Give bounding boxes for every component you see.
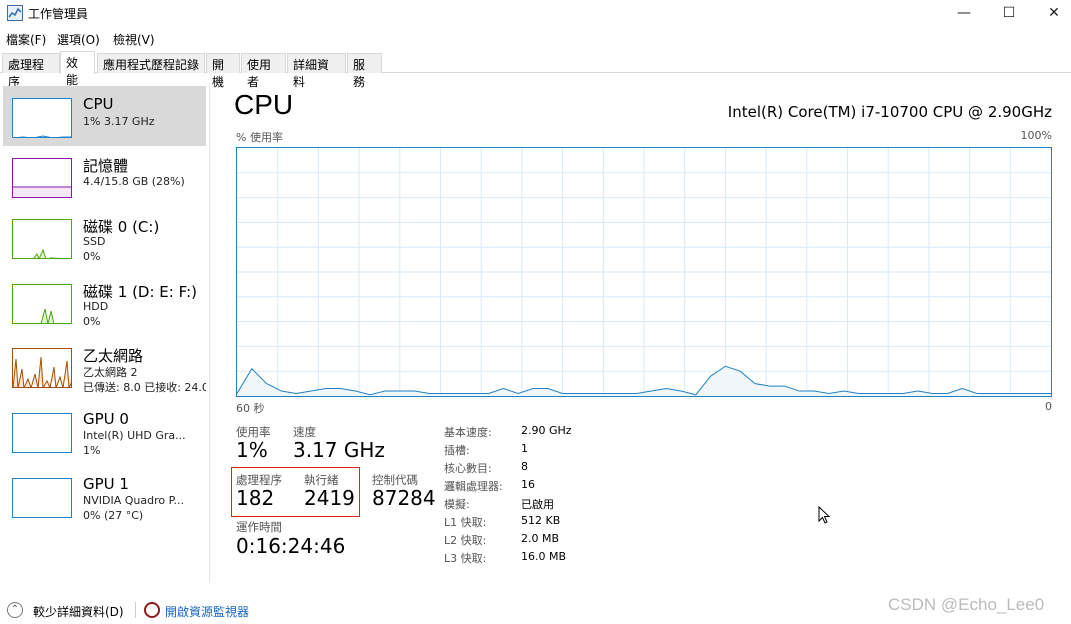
sidebar-item-detail: SSD bbox=[83, 235, 106, 248]
sidebar-item-disk0[interactable]: 磁碟 0 (C:) SSD 0% bbox=[3, 207, 206, 267]
sidebar-item-gpu0[interactable]: GPU 0 Intel(R) UHD Gra... 1% bbox=[3, 401, 206, 461]
gpu0-thumbnail-graph bbox=[12, 413, 72, 453]
sidebar-item-detail: 0% (27 °C) bbox=[83, 509, 144, 522]
detail-value: 16.0 MB bbox=[521, 550, 567, 563]
sidebar-item-detail: 1% bbox=[83, 444, 101, 457]
sidebar-item-detail: NVIDIA Quadro P... bbox=[83, 494, 185, 507]
speed-value: 3.17 GHz bbox=[293, 438, 385, 462]
detail-value: 2.90 GHz bbox=[521, 424, 572, 437]
detail-label: 模擬: bbox=[444, 498, 470, 511]
cpu-model-name: Intel(R) Core(TM) i7-10700 CPU @ 2.90GHz bbox=[727, 103, 1052, 121]
menu-view[interactable]: 檢視(V) bbox=[113, 31, 155, 48]
tab-services[interactable]: 服務 bbox=[347, 53, 382, 89]
close-button[interactable]: ✕ bbox=[1031, 0, 1071, 28]
disk0-thumbnail-graph bbox=[12, 219, 72, 259]
sidebar-item-detail: 乙太網路 2 bbox=[83, 366, 138, 379]
sidebar-item-label: 磁碟 0 (C:) bbox=[83, 218, 160, 236]
detail-value: 已啟用 bbox=[521, 498, 554, 511]
task-manager-icon bbox=[7, 5, 23, 21]
detail-label: 核心數目: bbox=[444, 462, 492, 475]
tab-details[interactable]: 詳細資料 bbox=[287, 53, 346, 89]
window-title: 工作管理員 bbox=[28, 7, 89, 21]
menu-file[interactable]: 檔案(F) bbox=[6, 31, 46, 48]
threads-value: 2419 bbox=[304, 486, 355, 510]
cpu-thumbnail-graph bbox=[12, 98, 72, 138]
detail-label: L3 快取: bbox=[444, 552, 487, 565]
sidebar-item-label: 乙太網路 bbox=[83, 347, 144, 365]
sidebar-item-ethernet[interactable]: 乙太網路 乙太網路 2 已傳送: 8.0 已接收: 24.0 bbox=[3, 336, 206, 396]
graph-time-start-label: 60 秒 bbox=[236, 402, 265, 415]
graph-time-end-label: 0 bbox=[1045, 400, 1052, 413]
cpu-usage-graph bbox=[236, 147, 1052, 397]
tab-performance[interactable]: 效能 bbox=[60, 51, 95, 87]
detail-label: 邏輯處理器: bbox=[444, 480, 503, 493]
chevron-up-icon[interactable]: ⌃ bbox=[7, 602, 23, 618]
page-title: CPU bbox=[234, 89, 294, 120]
tab-users[interactable]: 使用者 bbox=[241, 53, 286, 89]
maximize-button[interactable]: ☐ bbox=[986, 0, 1032, 28]
detail-label: 插槽: bbox=[444, 444, 470, 457]
tab-app-history[interactable]: 應用程式歷程記錄 bbox=[97, 53, 205, 73]
minimize-button[interactable]: — bbox=[941, 0, 987, 28]
detail-label: L1 快取: bbox=[444, 516, 487, 529]
sidebar-item-detail: 0% bbox=[83, 315, 101, 328]
detail-value: 1 bbox=[521, 442, 528, 455]
fewer-details-link[interactable]: 較少詳細資料(D) bbox=[33, 603, 124, 620]
processes-value: 182 bbox=[236, 486, 275, 510]
menu-options[interactable]: 選項(O) bbox=[57, 31, 100, 48]
divider bbox=[135, 602, 136, 618]
sidebar-item-label: CPU bbox=[83, 95, 114, 113]
sidebar-item-detail: 已傳送: 8.0 已接收: 24.0 bbox=[83, 381, 206, 394]
open-resource-monitor-link[interactable]: 開啟資源監視器 bbox=[165, 603, 249, 620]
detail-value: 512 KB bbox=[521, 514, 561, 527]
detail-value: 16 bbox=[521, 478, 535, 491]
uptime-label: 運作時間 bbox=[236, 520, 282, 534]
sidebar-item-label: 記憶體 bbox=[83, 157, 129, 175]
sidebar-item-detail: 0% bbox=[83, 250, 101, 263]
watermark: CSDN @Echo_Lee0 bbox=[888, 595, 1045, 614]
utilization-value: 1% bbox=[236, 438, 268, 462]
sidebar-item-detail: 4.4/15.8 GB (28%) bbox=[83, 175, 185, 188]
detail-value: 2.0 MB bbox=[521, 532, 560, 545]
sidebar-item-disk1[interactable]: 磁碟 1 (D: E: F:) HDD 0% bbox=[3, 272, 206, 332]
tab-startup[interactable]: 開機 bbox=[206, 53, 240, 89]
tab-bar: 處理程序 效能 應用程式歷程記錄 開機 使用者 詳細資料 服務 bbox=[0, 51, 1071, 89]
graph-y-label: % 使用率 bbox=[236, 131, 283, 144]
sidebar-item-detail: HDD bbox=[83, 300, 109, 313]
detail-label: 基本速度: bbox=[444, 426, 492, 439]
cpu-usage-graph-canvas bbox=[237, 148, 1051, 396]
sidebar-item-label: GPU 1 bbox=[83, 475, 129, 493]
menu-bar: 檔案(F) 選項(O) 檢視(V) bbox=[0, 28, 1071, 50]
resource-sidebar: CPU 1% 3.17 GHz 記憶體 4.4/15.8 GB (28%) 磁碟… bbox=[0, 83, 210, 583]
disk1-thumbnail-graph bbox=[12, 284, 72, 324]
sidebar-item-detail: Intel(R) UHD Gra... bbox=[83, 429, 186, 442]
memory-thumbnail-graph bbox=[12, 158, 72, 198]
title-bar: 工作管理員 — ☐ ✕ bbox=[0, 0, 1071, 28]
resource-monitor-icon[interactable] bbox=[144, 602, 160, 618]
sidebar-item-detail: 1% 3.17 GHz bbox=[83, 115, 155, 128]
sidebar-item-gpu1[interactable]: GPU 1 NVIDIA Quadro P... 0% (27 °C) bbox=[3, 466, 206, 526]
sidebar-item-cpu[interactable]: CPU 1% 3.17 GHz bbox=[3, 86, 206, 146]
gpu1-thumbnail-graph bbox=[12, 478, 72, 518]
cpu-performance-pane: CPU Intel(R) Core(TM) i7-10700 CPU @ 2.9… bbox=[211, 83, 1071, 583]
mouse-cursor-icon bbox=[818, 506, 831, 524]
sidebar-item-memory[interactable]: 記憶體 4.4/15.8 GB (28%) bbox=[3, 146, 206, 206]
sidebar-item-label: GPU 0 bbox=[83, 410, 129, 428]
detail-label: L2 快取: bbox=[444, 534, 487, 547]
sidebar-item-label: 磁碟 1 (D: E: F:) bbox=[83, 283, 197, 301]
ethernet-thumbnail-graph bbox=[12, 348, 72, 388]
tab-processes[interactable]: 處理程序 bbox=[2, 53, 60, 89]
graph-y-max-label: 100% bbox=[1020, 129, 1052, 142]
handles-value: 87284 bbox=[372, 486, 436, 510]
detail-value: 8 bbox=[521, 460, 528, 473]
uptime-value: 0:16:24:46 bbox=[236, 534, 346, 558]
